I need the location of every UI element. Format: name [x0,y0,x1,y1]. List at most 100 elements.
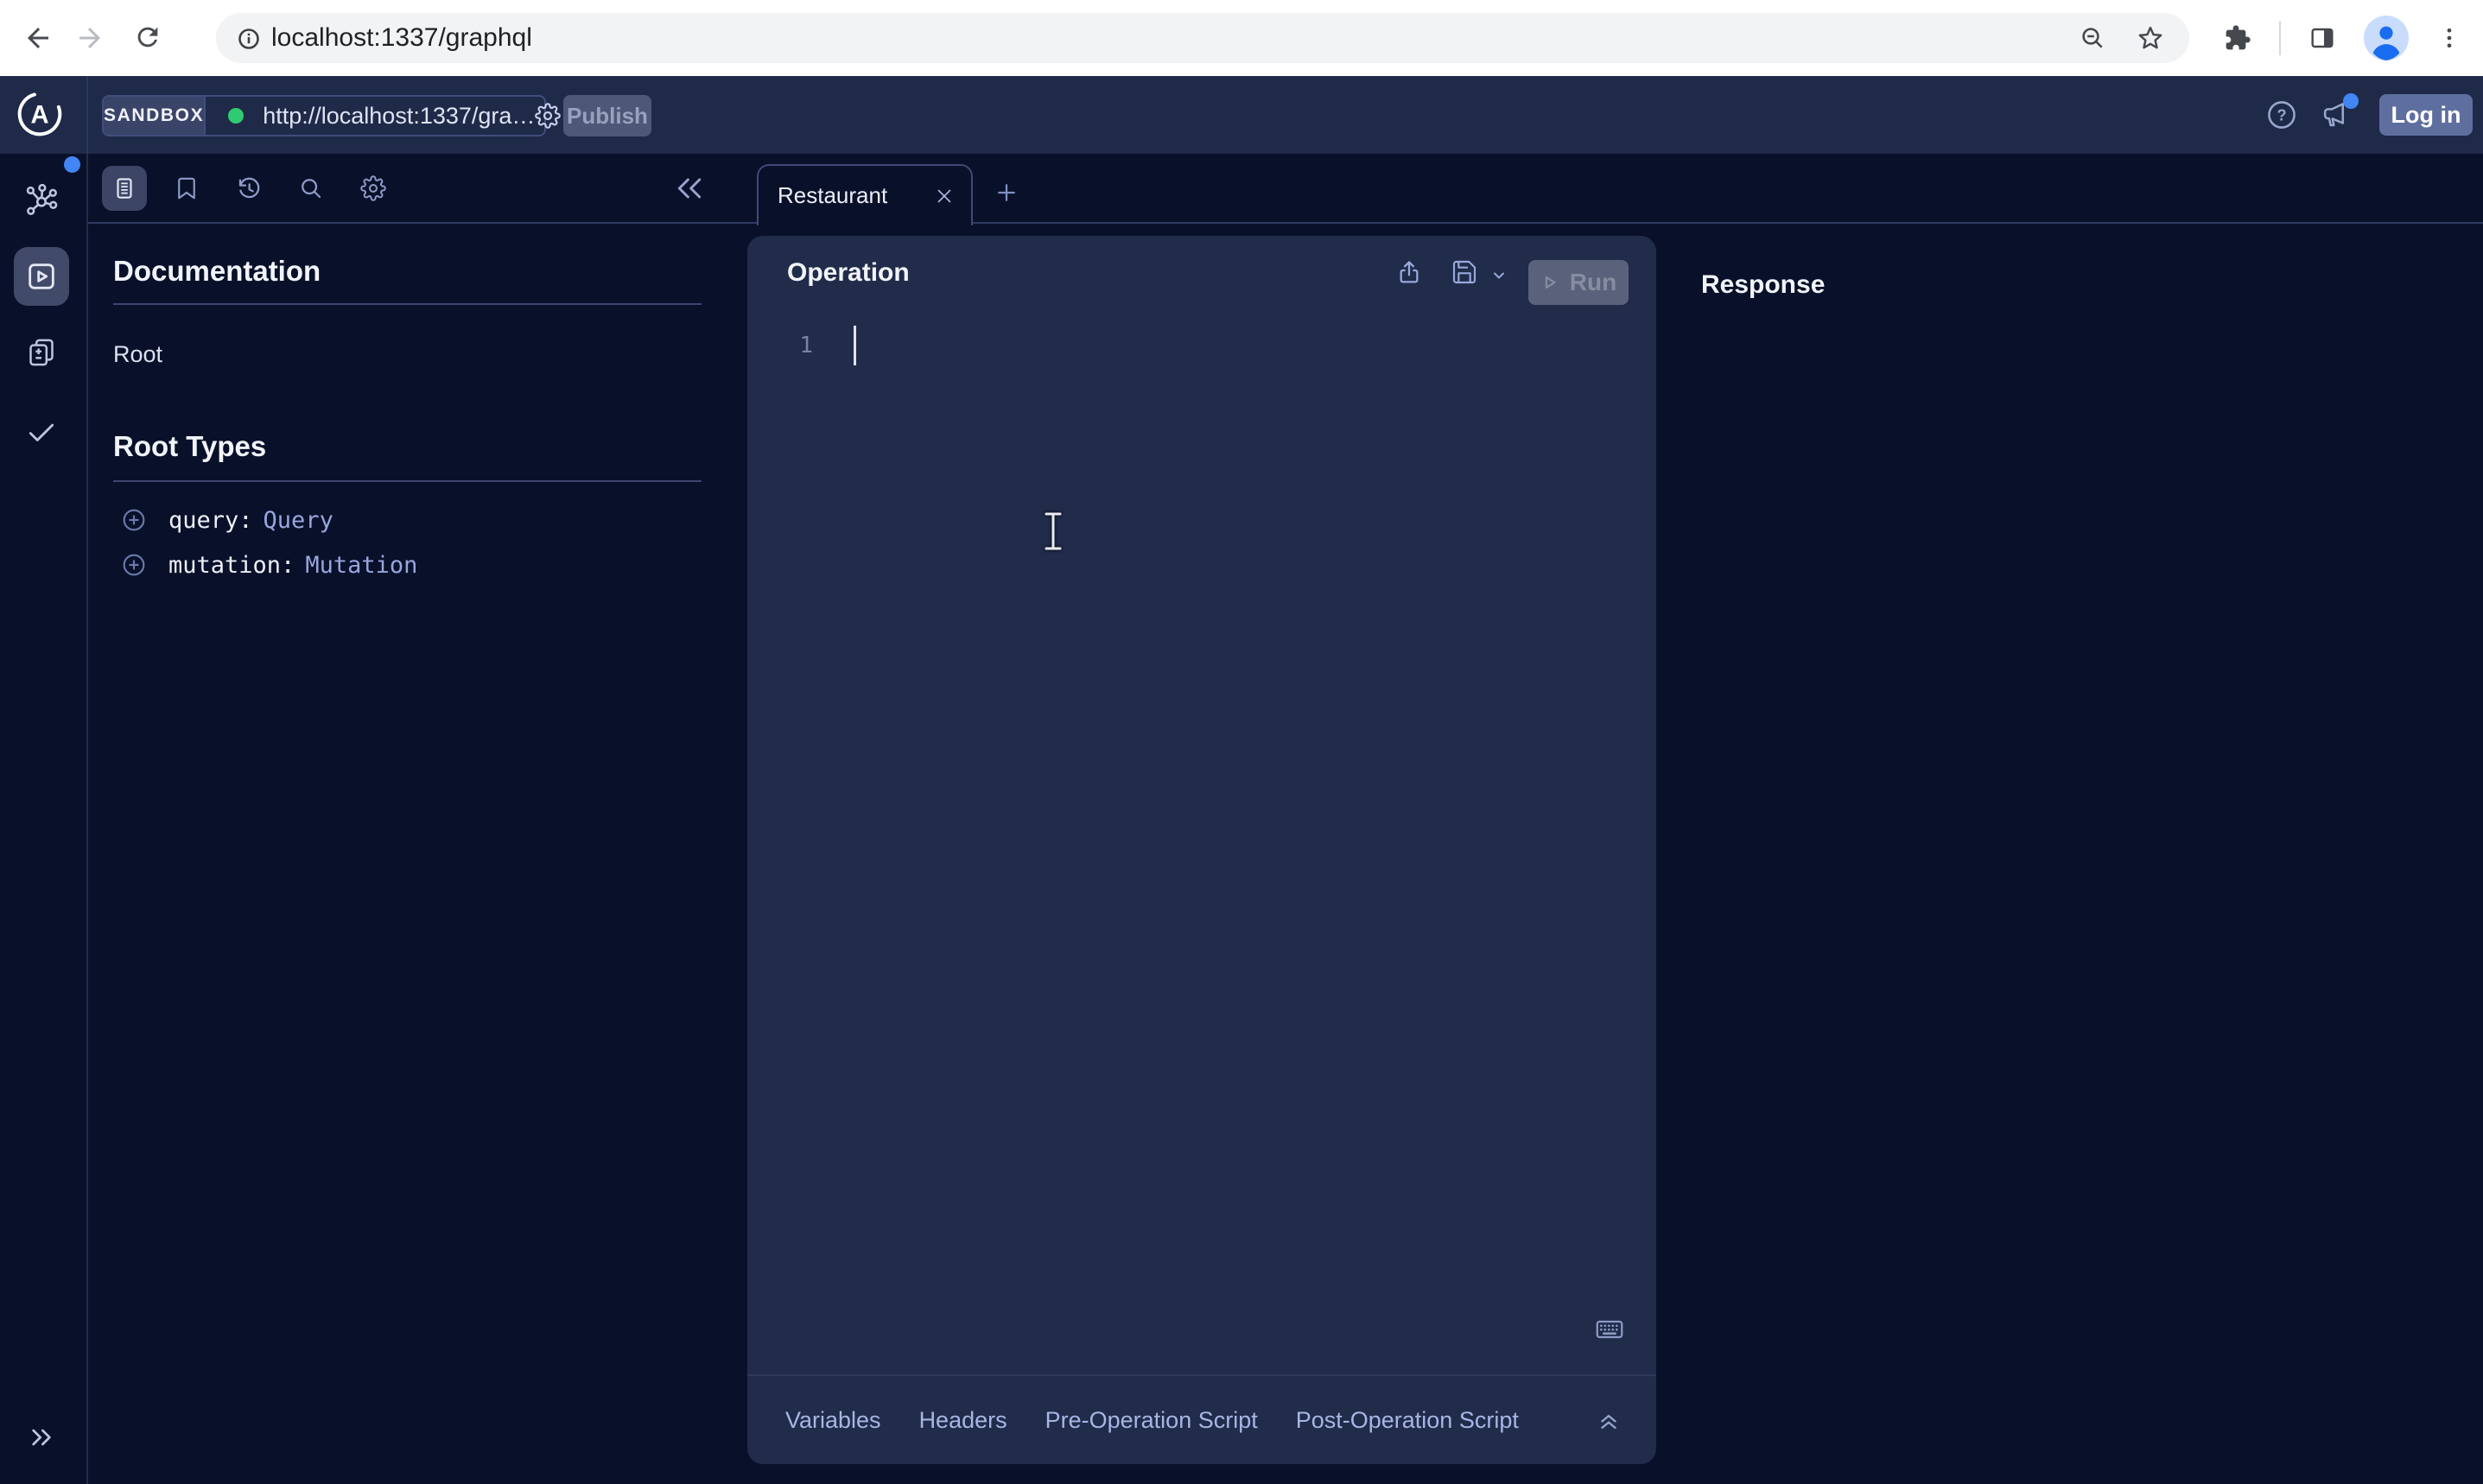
announcement-notification-dot [2343,93,2359,109]
expand-footer-button[interactable] [1596,1409,1622,1435]
browser-forward-button[interactable] [74,22,105,54]
root-types-divider [113,480,702,482]
apollo-header: A SANDBOX http://localhost:1337/gra… Pub… [0,76,2483,154]
extensions-icon[interactable] [2224,24,2251,52]
login-button[interactable]: Log in [2379,94,2473,136]
response-title: Response [1701,270,1825,300]
explorer-play-icon [24,259,59,294]
collapse-doc-panel-button[interactable] [672,171,707,206]
save-operation-button[interactable] [1451,258,1478,286]
browser-menu-icon[interactable] [2436,25,2462,51]
operation-panel: Operation Run 1 [747,236,1656,1464]
svg-text:?: ? [2277,107,2286,124]
rail-schema-button[interactable] [14,172,69,227]
svg-text:A: A [30,101,48,129]
doc-panel-documentation-button[interactable] [102,166,147,211]
changelog-diff-icon [24,335,59,370]
save-icon [1451,258,1478,286]
publish-button[interactable]: Publish [563,95,651,136]
operation-title: Operation [787,258,910,288]
save-menu-chevron[interactable] [1490,267,1508,284]
endpoint-url[interactable]: http://localhost:1337/gra… [263,103,535,130]
connection-settings-gear-icon[interactable] [535,103,561,129]
plus-icon [994,180,1019,206]
tab-restaurant[interactable]: Restaurant [757,164,973,225]
keyboard-icon [1594,1314,1625,1345]
sandbox-badge: SANDBOX [104,97,206,135]
zoom-out-icon[interactable] [2079,24,2106,52]
keyboard-shortcuts-button[interactable] [1594,1314,1625,1345]
editor-text-caret [854,326,856,365]
doc-panel-search-button[interactable] [289,166,333,211]
tab-close-icon[interactable] [933,185,956,207]
share-operation-button[interactable] [1395,258,1423,286]
search-icon [298,175,324,201]
query-type-link[interactable]: Query [264,507,333,534]
apollo-sandbox-screen: localhost:1337/graphql [0,0,2483,1484]
operation-footer: Variables Headers Pre-Operation Script P… [747,1374,1656,1464]
documentation-divider [113,303,702,305]
header-divider [86,76,88,154]
tab-label: Restaurant [778,182,887,209]
footer-tab-variables[interactable]: Variables [785,1407,881,1434]
root-types-title: Root Types [113,430,702,463]
add-query-field-icon[interactable] [120,506,148,534]
operation-editor[interactable] [747,315,1656,1374]
chevron-down-icon [1490,267,1508,284]
rail-explorer-button[interactable] [14,247,69,306]
mutation-field-name: mutation: [168,552,295,579]
endpoint-control[interactable]: SANDBOX http://localhost:1337/gra… [102,95,546,136]
mouse-ibeam-cursor [1044,511,1063,551]
graph-schema-icon [23,181,60,218]
profile-avatar[interactable] [2364,16,2409,60]
chevrons-left-icon [672,171,707,206]
footer-tab-post-operation-script[interactable]: Post-Operation Script [1296,1407,1519,1434]
schema-notification-dot [64,156,80,173]
query-field-name: query: [168,507,253,534]
documentation-panel: Documentation Root Root Types query:Quer… [88,224,752,579]
add-tab-button[interactable] [994,180,1019,206]
rail-changelog-button[interactable] [14,325,69,380]
back-arrow-icon [22,22,54,54]
chevrons-right-icon [28,1424,55,1451]
site-info-icon[interactable] [237,27,261,51]
chevrons-up-icon [1596,1409,1622,1435]
toolbar-divider [2279,21,2281,55]
address-bar-url[interactable]: localhost:1337/graphql [271,23,532,53]
doc-panel-bookmarks-button[interactable] [164,166,209,211]
apollo-logo[interactable]: A [16,90,64,138]
top-strip: Restaurant [88,154,2483,224]
history-icon [235,174,263,202]
documentation-icon [111,175,137,201]
address-bar[interactable]: localhost:1337/graphql [216,13,2189,63]
settings-gear-icon [360,175,386,201]
bookmark-icon [174,175,200,201]
run-label: Run [1570,269,1616,296]
browser-toolbar: localhost:1337/graphql [0,0,2483,76]
bookmark-star-icon[interactable] [2136,23,2165,53]
doc-panel-history-button[interactable] [226,166,271,211]
browser-back-button[interactable] [22,22,54,54]
add-mutation-field-icon[interactable] [120,551,148,579]
root-type-mutation-row[interactable]: mutation: Mutation [113,551,417,579]
doc-panel-settings-button[interactable] [351,166,396,211]
left-rail [0,154,88,1484]
root-type-query-row[interactable]: query: Query [113,506,333,534]
root-link[interactable]: Root [113,341,162,368]
side-panel-icon[interactable] [2308,24,2336,52]
footer-tab-pre-operation-script[interactable]: Pre-Operation Script [1045,1407,1258,1434]
announcements-button[interactable] [2322,98,2355,131]
app-body: Restaurant Documentation Root Root Types… [0,154,2483,1484]
editor-line-number: 1 [789,333,813,358]
run-button[interactable]: Run [1528,260,1629,305]
rail-checks-button[interactable] [14,404,69,460]
forward-arrow-icon [74,22,105,54]
help-icon[interactable]: ? [2265,98,2298,131]
share-icon [1395,258,1423,286]
mutation-type-link[interactable]: Mutation [305,552,417,579]
rail-expand-button[interactable] [14,1410,69,1465]
browser-reload-button[interactable] [133,22,164,54]
footer-tab-headers[interactable]: Headers [919,1407,1007,1434]
checks-icon [25,415,58,448]
reload-icon [133,22,162,52]
